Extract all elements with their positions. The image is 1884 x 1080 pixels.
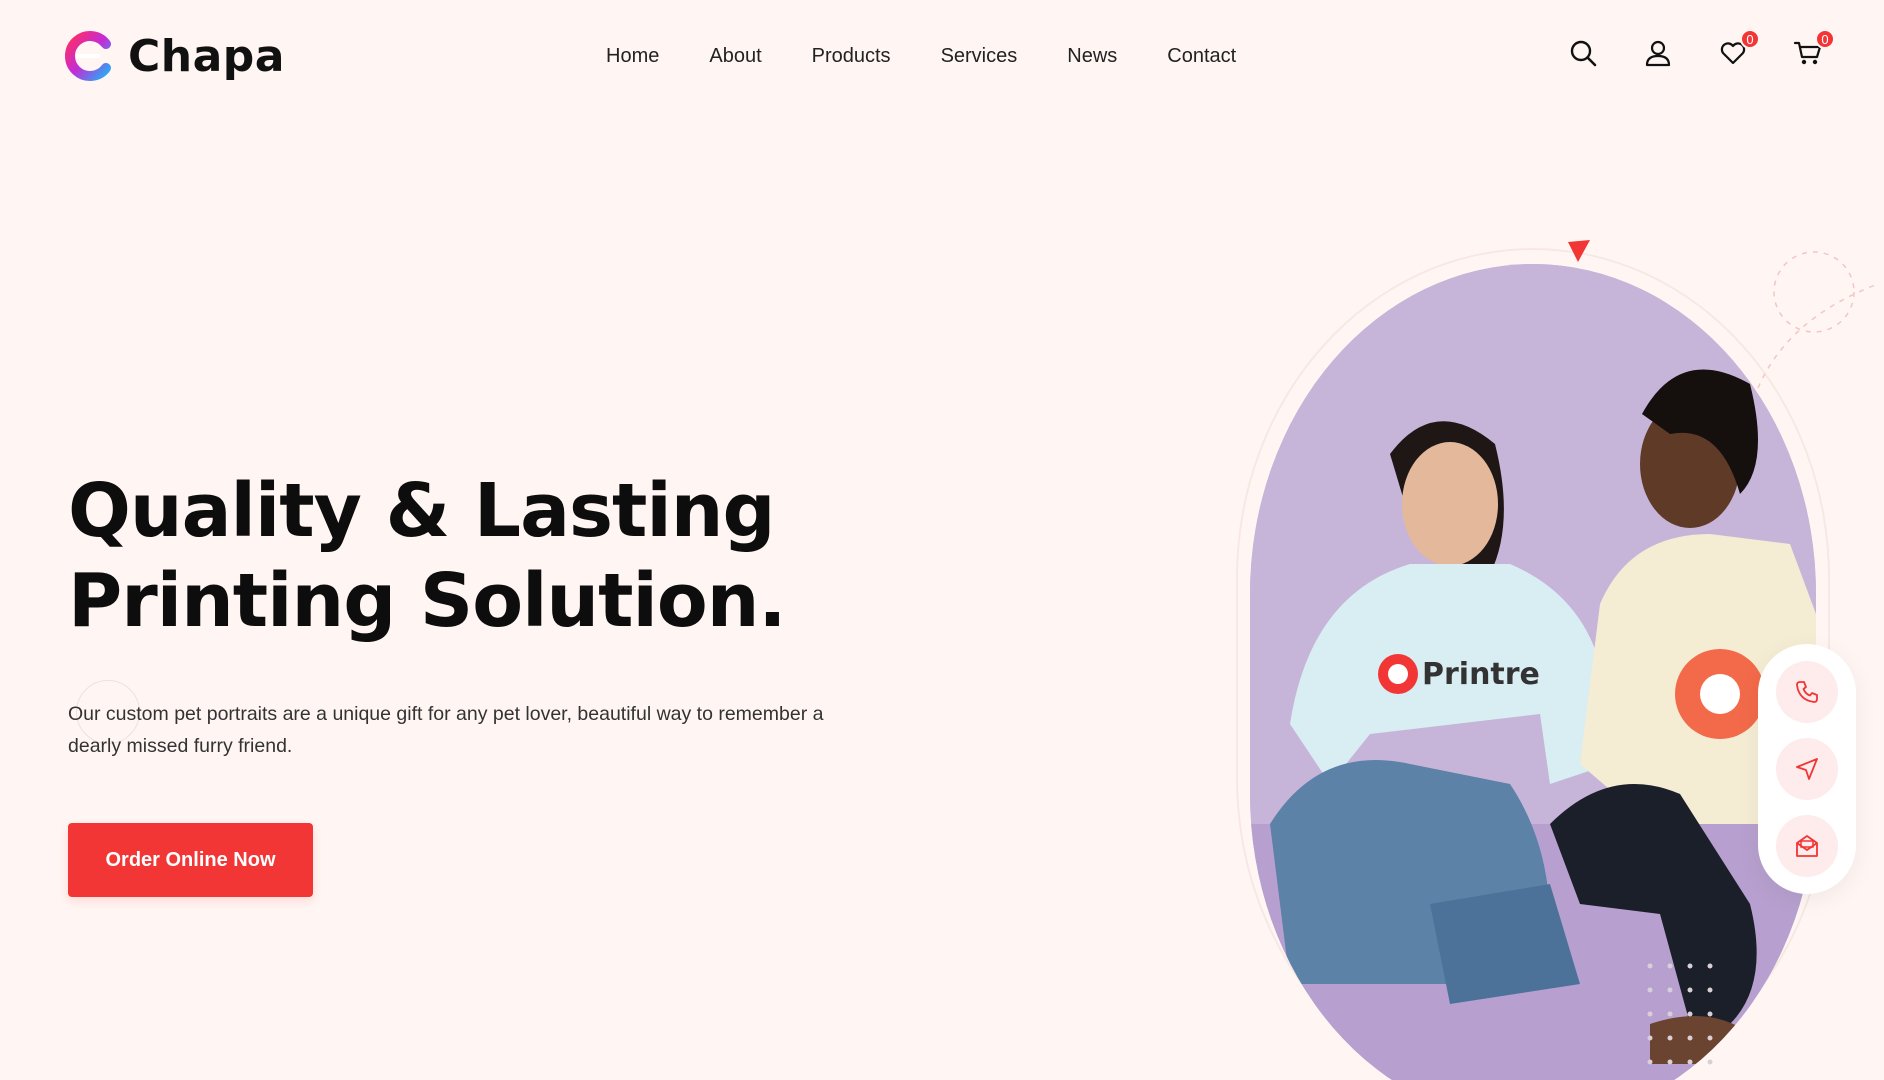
hero-title-line-2: Printing Solution. [68,558,786,644]
nav-item-products[interactable]: Products [812,42,891,70]
wishlist-count-badge: 0 [1740,29,1760,49]
main-nav: Home About Products Services News Contac… [606,42,1286,70]
models-illustration: Printre [1250,264,1816,1080]
nav-item-contact[interactable]: Contact [1167,42,1236,70]
call-button[interactable] [1776,661,1838,724]
site-header: Chapa Home About Products Services News … [0,0,1884,112]
location-button[interactable] [1776,737,1838,800]
hero-description: Our custom pet portraits are a unique gi… [68,703,824,757]
header-actions: 0 0 [1566,29,1866,70]
brand-name: Chapa [128,30,285,82]
phone-icon [1796,681,1818,704]
hero-photo: Printre [1250,264,1816,1080]
cart-count-badge: 0 [1815,29,1835,49]
email-button[interactable] [1776,814,1838,877]
dot-pattern-decoration [1647,963,1713,1065]
user-icon [1645,40,1671,67]
nav-item-news[interactable]: News [1067,42,1117,70]
brand-logo[interactable]: Chapa [62,28,285,84]
wishlist-button[interactable]: 0 [1716,29,1760,70]
shirt-print-text: Printre [1422,657,1540,692]
cart-button[interactable]: 0 [1791,29,1835,70]
floating-contact-bar [1758,644,1856,894]
logo-mark-icon [65,31,111,81]
hero-title: Quality & Lasting Printing Solution. [68,466,888,646]
account-button[interactable] [1641,36,1675,70]
nav-item-about[interactable]: About [709,42,761,70]
order-online-button[interactable]: Order Online Now [68,823,313,897]
mail-icon [1796,834,1818,857]
search-button[interactable] [1566,36,1600,70]
nav-item-services[interactable]: Services [941,42,1018,70]
navigation-icon [1796,758,1818,780]
nav-item-home[interactable]: Home [606,42,659,70]
search-icon [1570,40,1597,67]
hero-title-line-1: Quality & Lasting [68,468,775,554]
triangle-marker-icon [1568,240,1590,262]
